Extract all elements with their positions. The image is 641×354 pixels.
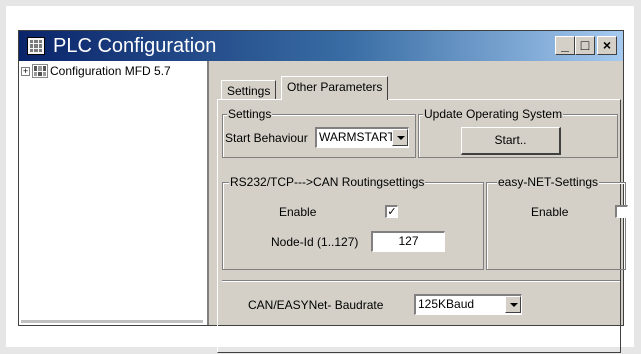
parameters-pane: Settings Other Parameters Settings Start…: [211, 61, 628, 353]
title-bar[interactable]: PLC Configuration _ □ ×: [19, 31, 623, 61]
configuration-tree[interactable]: + Configuration MFD 5.7: [19, 61, 209, 325]
close-button[interactable]: ×: [597, 36, 617, 55]
chevron-down-icon[interactable]: [505, 296, 521, 313]
easynet-settings-group: easy-NET-Settings Enable: [486, 175, 628, 270]
tab-other-parameters[interactable]: Other Parameters: [281, 76, 389, 100]
update-os-group-title: Update Operating System: [423, 107, 564, 121]
easynet-group-title: easy-NET-Settings: [497, 175, 600, 189]
start-behaviour-value: WARMSTART: [319, 130, 395, 144]
other-parameters-panel: Settings Start Behaviour WARMSTART Updat…: [217, 99, 628, 353]
routing-enable-checkbox[interactable]: ✓: [385, 205, 398, 218]
baudrate-label: CAN/EASYNet- Baudrate: [248, 298, 384, 312]
tree-item-configuration[interactable]: + Configuration MFD 5.7: [21, 63, 171, 79]
routing-enable-label: Enable: [279, 205, 317, 219]
tree-horizontal-scrollbar[interactable]: [21, 320, 203, 323]
tree-item-label: Configuration MFD 5.7: [50, 64, 171, 78]
settings-group: Settings Start Behaviour WARMSTART: [222, 107, 416, 158]
baudrate-select[interactable]: 125KBaud: [414, 294, 522, 315]
settings-group-title: Settings: [227, 107, 273, 121]
easynet-enable-checkbox[interactable]: [615, 205, 628, 218]
expand-icon[interactable]: +: [21, 66, 30, 76]
plc-app-icon: [27, 37, 45, 55]
start-behaviour-select[interactable]: WARMSTART: [315, 127, 409, 148]
easynet-enable-label: Enable: [531, 205, 569, 219]
plc-module-icon: [32, 64, 48, 78]
baudrate-value: 125KBaud: [418, 297, 475, 311]
start-update-button[interactable]: Start..: [461, 127, 561, 155]
update-os-group: Update Operating System Start..: [418, 107, 618, 158]
minimize-button[interactable]: _: [555, 36, 575, 55]
node-id-input[interactable]: 127: [371, 231, 445, 252]
start-behaviour-label: Start Behaviour: [225, 131, 308, 145]
maximize-button[interactable]: □: [575, 36, 595, 55]
chevron-down-icon[interactable]: [392, 129, 408, 146]
routing-settings-group: RS232/TCP--->CAN Routingsettings Enable …: [222, 175, 484, 270]
window-title: PLC Configuration: [53, 35, 217, 57]
plc-configuration-window: PLC Configuration _ □ × + Configuration …: [18, 30, 628, 353]
baudrate-separator: [222, 280, 620, 282]
tab-settings[interactable]: Settings: [221, 80, 277, 99]
routing-group-title: RS232/TCP--->CAN Routingsettings: [229, 175, 426, 189]
window-controls: _ □ ×: [555, 36, 617, 55]
node-id-label: Node-Id (1..127): [271, 235, 359, 249]
